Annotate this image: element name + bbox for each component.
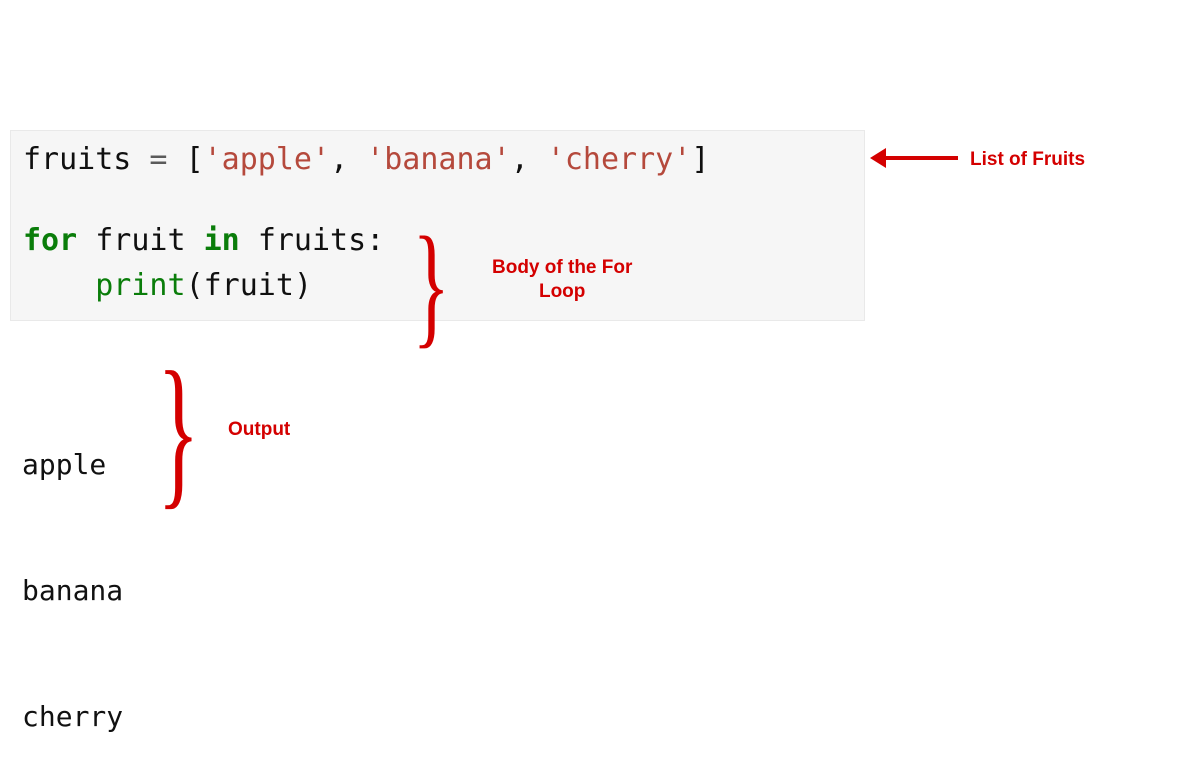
loop-variable: fruit (95, 223, 185, 258)
print-arg: fruit (204, 268, 294, 303)
for-keyword: for (23, 223, 77, 258)
indent (23, 268, 95, 303)
output-line-2: banana (22, 570, 123, 612)
in-keyword: in (204, 223, 240, 258)
bracket-open: [ (186, 142, 204, 177)
print-function: print (95, 268, 185, 303)
space (77, 223, 95, 258)
string-cherry: 'cherry' (547, 142, 692, 177)
label-body-line-2: Loop (492, 280, 632, 304)
arrow-list-of-fruits (870, 148, 958, 168)
iterable-name: fruits (258, 223, 366, 258)
bracket-close: ] (691, 142, 709, 177)
variable-name: fruits (23, 142, 131, 177)
label-list-of-fruits: List of Fruits (970, 148, 1085, 172)
output-block: apple banana cherry (22, 360, 123, 780)
space (240, 223, 258, 258)
label-body-line-1: Body of the For (492, 256, 632, 280)
paren-close: ) (294, 268, 312, 303)
brace-for-body: } (412, 206, 449, 364)
space (186, 223, 204, 258)
string-banana: 'banana' (366, 142, 511, 177)
assign-operator: = (131, 142, 185, 177)
string-apple: 'apple' (204, 142, 330, 177)
comma: , (511, 142, 547, 177)
output-line-1: apple (22, 444, 123, 486)
code-line-assignment: fruits = ['apple', 'banana', 'cherry'] (23, 137, 852, 182)
label-output: Output (228, 418, 290, 442)
arrow-head-icon (870, 148, 886, 168)
output-line-3: cherry (22, 696, 123, 738)
label-body-of-for-loop: Body of the For Loop (492, 256, 632, 304)
arrow-shaft (886, 156, 958, 160)
colon: : (366, 223, 384, 258)
comma: , (330, 142, 366, 177)
paren-open: ( (186, 268, 204, 303)
brace-output: } (157, 333, 199, 527)
